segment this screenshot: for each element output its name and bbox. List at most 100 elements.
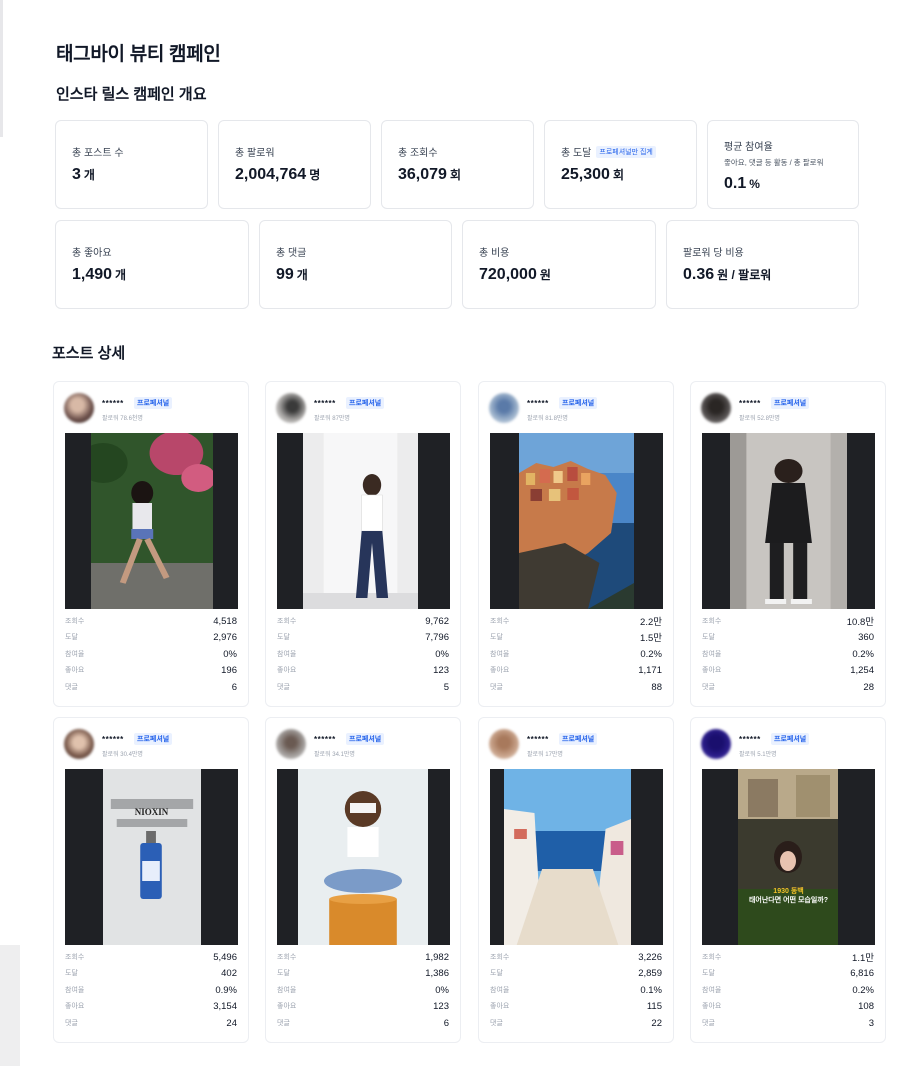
metric-row: 조회수 1.1만	[702, 953, 874, 964]
stat-label: 총 도달 프로페셔널만 집계	[561, 144, 680, 159]
post-card[interactable]: ****** 프로페셔널 팔로워 81.8만명 조회수 2.2만 도달 1.5만…	[478, 381, 674, 707]
stat-card-cost-per-follower: 팔로워 당 비용 0.36 원 / 팔로워	[666, 220, 859, 309]
stat-card-cost: 총 비용 720,000 원	[462, 220, 656, 309]
metric-row: 댓글 28	[702, 681, 874, 693]
metric-row: 도달 1,386	[277, 967, 449, 979]
profile-avatar-icon	[64, 393, 94, 423]
stat-label: 총 포스트 수	[72, 148, 124, 159]
professional-badge: 프로페셔널	[134, 397, 173, 409]
metric-row: 좋아요 1,254	[702, 664, 874, 676]
stat-value: 0.36 원 / 팔로워	[683, 266, 772, 283]
overview-section-title: 인스타 릴스 캠페인 개요	[56, 86, 207, 103]
left-edge-shade	[0, 0, 3, 137]
stat-card-followers: 총 팔로워 2,004,764 명	[218, 120, 371, 209]
post-thumbnail[interactable]: NIOXIN	[65, 769, 238, 945]
metric-row: 좋아요 115	[490, 1000, 662, 1012]
metric-row: 좋아요 1,171	[490, 664, 662, 676]
metric-row: 도달 1.5만	[490, 633, 662, 644]
stat-value: 720,000 원	[479, 266, 551, 283]
post-card[interactable]: ****** 프로페셔널 팔로워 52.8만명 조회수 10.8만 도달 360 참…	[690, 381, 886, 707]
stat-label: 평균 참여율	[724, 142, 773, 153]
account-name: ******	[527, 399, 549, 408]
metric-row: 조회수 5,496	[65, 951, 237, 963]
metric-row: 댓글 6	[65, 681, 237, 693]
stat-card-views: 총 조회수 36,079 회	[381, 120, 534, 209]
account-name: ******	[314, 735, 336, 744]
post-thumbnail[interactable]	[702, 433, 875, 609]
metric-row: 참여율 0%	[65, 648, 237, 660]
page-title: 태그바이 뷰티 캠페인	[56, 44, 221, 65]
professional-badge: 프로페셔널	[559, 397, 598, 409]
stat-value: 0.1%	[724, 175, 760, 192]
metric-row: 조회수 10.8만	[702, 617, 874, 628]
post-card[interactable]: ****** 프로페셔널 팔로워 30.4만명 NIOXIN 조회수 5,496 …	[53, 717, 249, 1043]
post-card[interactable]: ****** 프로페셔널 팔로워 78.6천명 조회수 4,518 도달 2,976…	[53, 381, 249, 707]
profile-avatar-icon	[489, 729, 519, 759]
stat-card-comments: 총 댓글 99 개	[259, 220, 452, 309]
stat-card-reach: 총 도달 프로페셔널만 집계 25,300 회	[544, 120, 697, 209]
account-name: ******	[314, 399, 336, 408]
follower-count: 팔로워 81.8만명	[527, 416, 568, 422]
profile-avatar-icon	[64, 729, 94, 759]
account-name: ******	[527, 735, 549, 744]
post-thumbnail[interactable]: 1930 동백 태어난다면 어떤 모습일까?	[702, 769, 875, 945]
stat-label: 팔로워 당 비용	[683, 248, 744, 259]
account-name: ******	[102, 399, 124, 408]
metric-row: 좋아요 3,154	[65, 1000, 237, 1012]
stat-label: 총 조회수	[398, 148, 438, 159]
follower-count: 팔로워 34.1만명	[314, 752, 355, 758]
metric-row: 도달 6,816	[702, 967, 874, 979]
post-thumbnail[interactable]	[65, 433, 238, 609]
professional-badge: 프로페셔널	[134, 733, 173, 745]
stat-card-engagement: 평균 참여율 좋아요, 댓글 등 활동 / 총 팔로워 0.1%	[707, 120, 859, 209]
professional-badge: 프로페셔널	[771, 733, 810, 745]
stat-value: 3개	[72, 166, 95, 183]
metric-row: 참여율 0.2%	[702, 984, 874, 996]
follower-count: 팔로워 87만명	[314, 416, 350, 422]
account-name: ******	[102, 735, 124, 744]
metric-row: 도달 360	[702, 631, 874, 643]
stat-value: 99 개	[276, 266, 308, 283]
post-card[interactable]: ****** 프로페셔널 팔로워 17만명 조회수 3,226 도달 2,859 참…	[478, 717, 674, 1043]
professional-badge: 프로페셔널	[771, 397, 810, 409]
metric-row: 도달 2,976	[65, 631, 237, 643]
posts-section-title: 포스트 상세	[52, 345, 126, 362]
stat-label: 총 좋아요	[72, 248, 112, 259]
professional-badge: 프로페셔널	[559, 733, 598, 745]
professional-badge: 프로페셔널	[346, 397, 385, 409]
left-edge-shade-bottom	[0, 945, 20, 1066]
metric-row: 참여율 0%	[277, 648, 449, 660]
post-thumbnail[interactable]	[490, 769, 663, 945]
follower-count: 팔로워 78.6천명	[102, 416, 143, 422]
stat-card-likes: 총 좋아요 1,490 개	[55, 220, 249, 309]
metric-row: 조회수 3,226	[490, 951, 662, 963]
stat-label: 총 비용	[479, 248, 510, 259]
metric-row: 좋아요 196	[65, 664, 237, 676]
post-card[interactable]: ****** 프로페셔널 팔로워 87만명 조회수 9,762 도달 7,796 참…	[265, 381, 461, 707]
stat-card-posts: 총 포스트 수 3개	[55, 120, 208, 209]
metric-row: 조회수 9,762	[277, 615, 449, 627]
metric-row: 참여율 0.2%	[702, 648, 874, 660]
profile-avatar-icon	[276, 729, 306, 759]
follower-count: 팔로워 5.1만명	[739, 752, 777, 758]
metric-row: 참여율 0.2%	[490, 648, 662, 660]
post-card[interactable]: ****** 프로페셔널 팔로워 34.1만명 조회수 1,982 도달 1,386…	[265, 717, 461, 1043]
metric-row: 댓글 5	[277, 681, 449, 693]
profile-avatar-icon	[489, 393, 519, 423]
metric-row: 도달 7,796	[277, 631, 449, 643]
metric-row: 참여율 0.1%	[490, 984, 662, 996]
brand-label: NIOXIN	[134, 807, 169, 817]
post-thumbnail[interactable]	[277, 433, 450, 609]
metric-row: 조회수 4,518	[65, 615, 237, 627]
post-thumbnail[interactable]	[490, 433, 663, 609]
metric-row: 조회수 2.2만	[490, 617, 662, 628]
follower-count: 팔로워 30.4만명	[102, 752, 143, 758]
post-thumbnail[interactable]	[277, 769, 450, 945]
stat-value: 36,079 회	[398, 166, 461, 183]
metric-row: 댓글 22	[490, 1017, 662, 1029]
account-name: ******	[739, 735, 761, 744]
profile-avatar-icon	[701, 393, 731, 423]
post-card[interactable]: ****** 프로페셔널 팔로워 5.1만명 1930 동백 태어난다면 어떤 …	[690, 717, 886, 1043]
stat-value: 1,490 개	[72, 266, 127, 283]
metric-row: 참여율 0%	[277, 984, 449, 996]
